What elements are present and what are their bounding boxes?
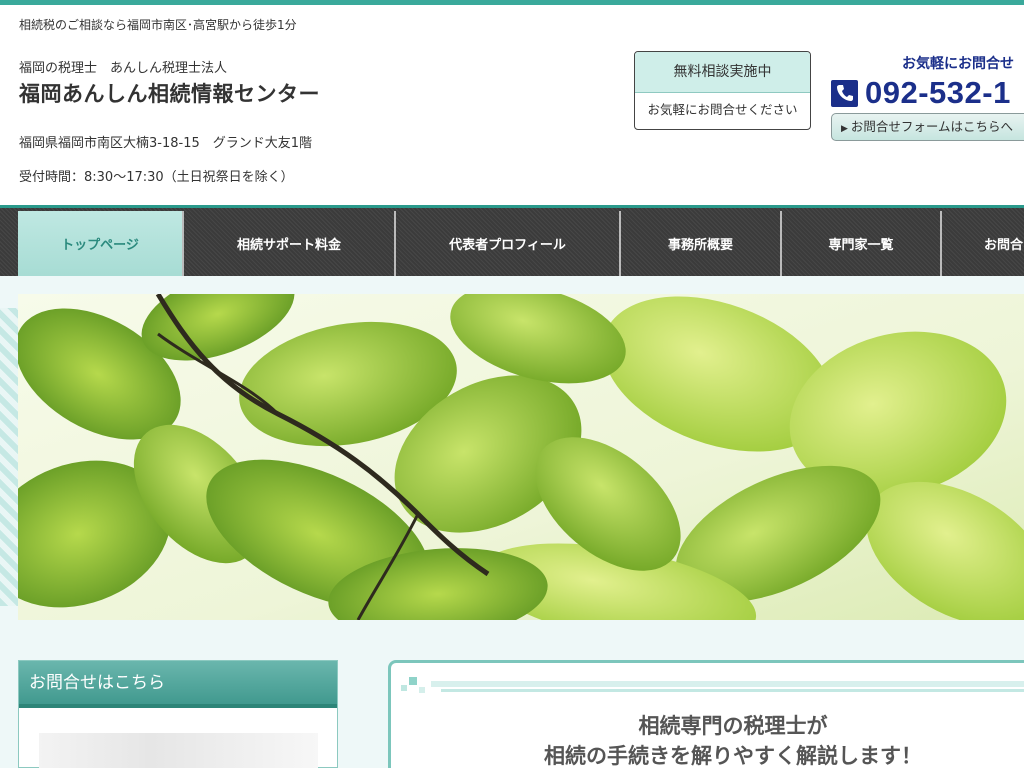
site-title[interactable]: 福岡あんしん相続情報センター: [19, 78, 320, 108]
header-subtitle: 福岡の税理士 あんしん税理士法人: [19, 61, 228, 76]
phone-number-row[interactable]: 092-532-1: [831, 75, 1011, 111]
office-hours: 受付時間：8:30～17:30（土日祝祭日を除く）: [19, 170, 294, 185]
site-header: 相続税のご相談なら福岡市南区･高宮駅から徒歩1分 福岡の税理士 あんしん税理士法…: [0, 5, 1024, 205]
free-consult-heading: 無料相談実施中: [635, 52, 810, 93]
header-tagline: 相続税のご相談なら福岡市南区･高宮駅から徒歩1分: [19, 18, 297, 32]
sidebar-contact-photo: [39, 733, 318, 768]
nav-item-top[interactable]: トップページ: [18, 211, 182, 276]
sidebar-contact-box: お問合せはこちら: [18, 660, 338, 768]
main-heading-line2: 相続の手続きを解りやすく解説します！: [544, 744, 922, 768]
nav-item-office[interactable]: 事務所概要: [619, 211, 780, 276]
main-heading: 相続専門の税理士が 相続の手続きを解りやすく解説します！: [391, 711, 1024, 768]
global-nav: トップページ 相続サポート料金 代表者プロフィール 事務所概要 専門家一覧 お問…: [0, 205, 1024, 279]
phone-number[interactable]: 092-532-1: [865, 75, 1011, 111]
side-decoration: [0, 308, 18, 606]
sidebar-contact-heading[interactable]: お問合せはこちら: [19, 661, 337, 708]
free-consult-box: 無料相談実施中 お気軽にお問合せください: [634, 51, 811, 130]
contact-form-label: お問合せフォームはこちらへ: [850, 119, 1014, 134]
nav-item-contact[interactable]: お問合: [940, 211, 1024, 276]
contact-lead: お気軽にお問合せ: [902, 56, 1014, 72]
heading-decoration: [401, 677, 1024, 693]
nav-item-profile[interactable]: 代表者プロフィール: [394, 211, 619, 276]
office-address: 福岡県福岡市南区大楠3-18-15 グランド大友1階: [19, 136, 313, 151]
nav-item-fees[interactable]: 相続サポート料金: [182, 211, 394, 276]
phone-icon: [831, 79, 858, 107]
free-consult-sub: お気軽にお問合せください: [647, 102, 798, 117]
contact-form-button[interactable]: ▶ お問合せフォームはこちらへ: [831, 113, 1024, 141]
main-heading-line1: 相続専門の税理士が: [638, 714, 828, 738]
hero-leaves-image: [18, 294, 1024, 620]
nav-item-experts[interactable]: 専門家一覧: [780, 211, 940, 276]
main-intro-box: 相続専門の税理士が 相続の手続きを解りやすく解説します！: [388, 660, 1024, 768]
arrow-right-icon: ▶: [841, 124, 848, 134]
